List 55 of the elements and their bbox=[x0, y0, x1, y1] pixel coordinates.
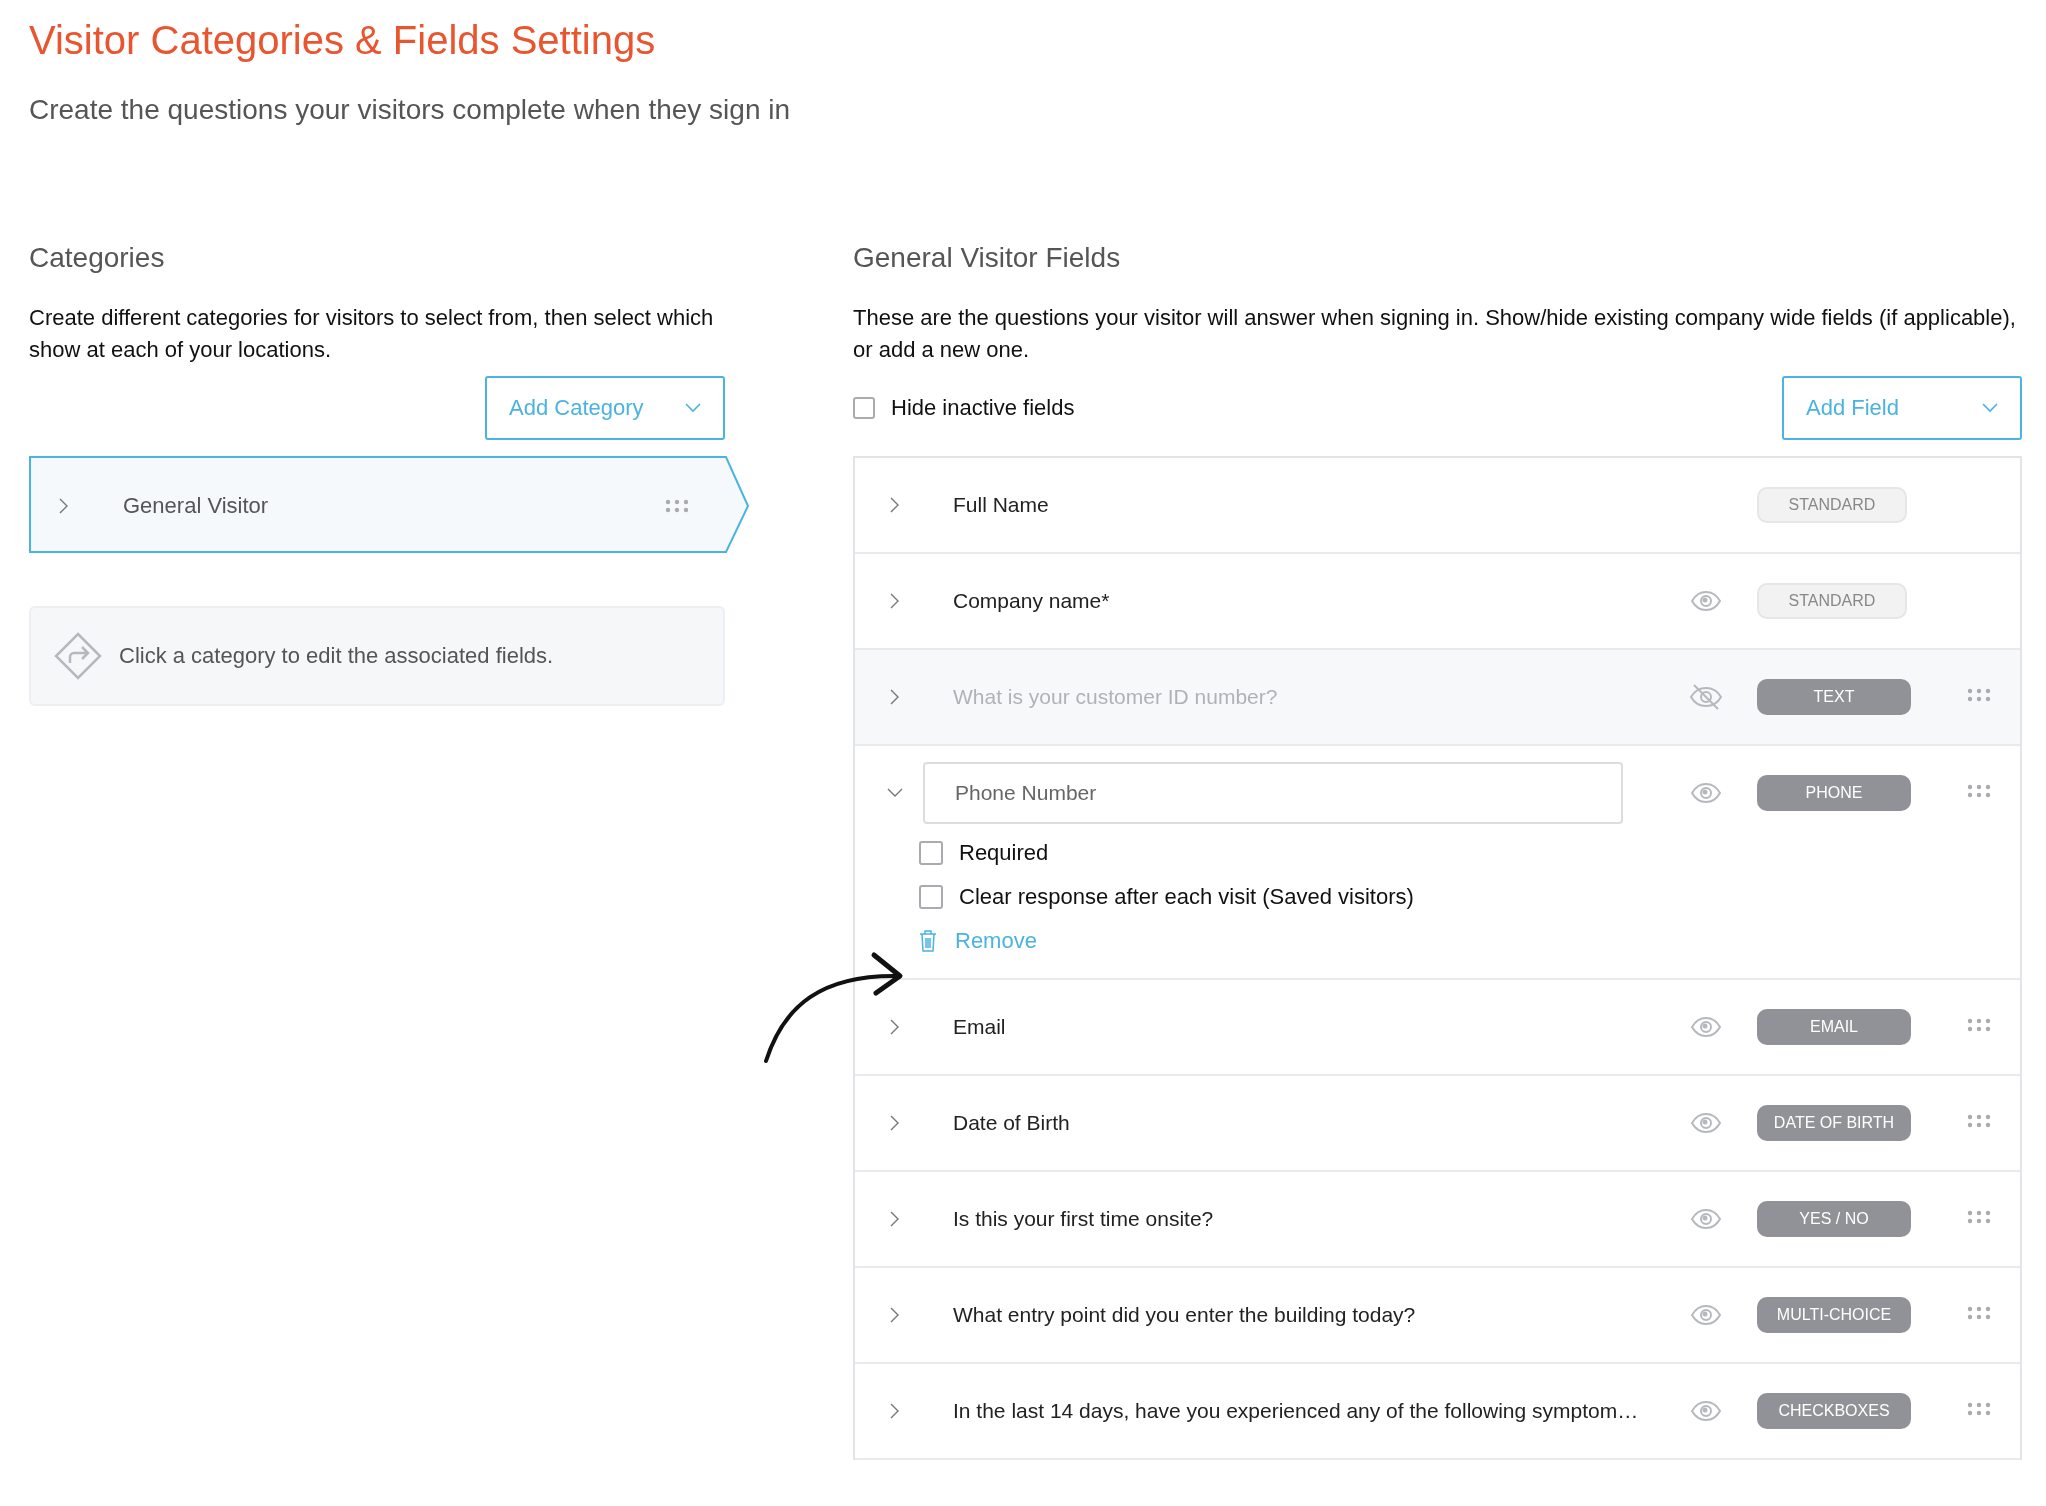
checkbox[interactable] bbox=[919, 885, 943, 909]
field-type-badge: PHONE bbox=[1757, 775, 1911, 811]
drag-handle-icon[interactable] bbox=[1967, 784, 1991, 798]
direction-sign-icon bbox=[53, 631, 103, 681]
drag-handle-icon[interactable] bbox=[1967, 1018, 1991, 1032]
field-label: What entry point did you enter the building today? bbox=[953, 1303, 1416, 1326]
hint-text: Click a category to edit the associated fields. bbox=[119, 643, 554, 669]
field-type-badge: STANDARD bbox=[1757, 583, 1907, 619]
field-type-badge: MULTI-CHOICE bbox=[1757, 1297, 1911, 1333]
field-type-badge: STANDARD bbox=[1757, 487, 1907, 523]
section-heading: General Visitor Fields bbox=[853, 241, 1122, 275]
trash-icon bbox=[919, 930, 937, 952]
chevron-right-icon bbox=[59, 498, 69, 514]
drag-handle-icon[interactable] bbox=[1967, 1402, 1991, 1416]
drag-handle-icon[interactable] bbox=[1967, 1306, 1991, 1320]
field-type-badge: CHECKBOXES bbox=[1757, 1393, 1911, 1429]
section-description: Create different categories for visitors to select from, then select which show at each of your locations. bbox=[29, 304, 715, 364]
caret-icon bbox=[685, 403, 701, 413]
checkbox-label: Clear response after each visit (Saved visitors) bbox=[959, 884, 1414, 910]
field-label: Full Name bbox=[953, 493, 1049, 516]
field-label: Company name* bbox=[953, 589, 1110, 612]
field-type-badge: EMAIL bbox=[1757, 1009, 1911, 1045]
eye-icon[interactable] bbox=[1691, 1017, 1721, 1037]
section-description: These are the questions your visitor will answer when signing in. Show/hide existing company wide fields (if applicable), or add a new one. bbox=[853, 304, 2017, 364]
field-type-badge: DATE OF BIRTH bbox=[1757, 1105, 1911, 1141]
drag-handle-icon[interactable] bbox=[1967, 1210, 1991, 1224]
page-title: Visitor Categories & Fields Settings bbox=[29, 17, 657, 64]
eye-icon[interactable] bbox=[1691, 1209, 1721, 1229]
remove-link[interactable]: Remove bbox=[955, 928, 1037, 954]
drag-handle-icon[interactable] bbox=[1967, 1114, 1991, 1128]
field-name-input[interactable]: Phone Number bbox=[923, 762, 1623, 824]
eye-icon[interactable] bbox=[1691, 1305, 1721, 1325]
field-label: Date of Birth bbox=[953, 1111, 1070, 1134]
eye-icon[interactable] bbox=[1691, 1401, 1721, 1421]
checkbox[interactable] bbox=[853, 397, 875, 419]
add-category-dropdown[interactable]: Add Category bbox=[485, 376, 725, 440]
field-type-badge: YES / NO bbox=[1757, 1201, 1911, 1237]
section-heading: Categories bbox=[29, 241, 166, 275]
eye-icon[interactable] bbox=[1691, 591, 1721, 611]
category-item[interactable]: General Visitor bbox=[29, 456, 749, 556]
checkbox-label: Required bbox=[959, 840, 1049, 866]
drag-handle-icon[interactable] bbox=[665, 499, 689, 513]
field-label: Is this your first time onsite? bbox=[953, 1207, 1214, 1230]
chevron-down-icon[interactable] bbox=[887, 788, 903, 798]
page-subtitle: Create the questions your visitors complete when they sign in bbox=[29, 93, 792, 127]
field-label: What is your customer ID number? bbox=[953, 685, 1278, 708]
field-label: In the last 14 days, have you experienced any of the following symptom… bbox=[953, 1399, 1639, 1422]
checkbox-label: Hide inactive fields bbox=[891, 395, 1075, 421]
checkbox[interactable] bbox=[919, 841, 943, 865]
eye-icon[interactable] bbox=[1691, 1113, 1721, 1133]
caret-icon bbox=[1982, 403, 1998, 413]
field-type-badge: TEXT bbox=[1757, 679, 1911, 715]
eye-icon[interactable] bbox=[1691, 783, 1721, 803]
add-field-dropdown[interactable]: Add Field bbox=[1782, 376, 2022, 440]
field-label: Email bbox=[953, 1015, 1006, 1038]
